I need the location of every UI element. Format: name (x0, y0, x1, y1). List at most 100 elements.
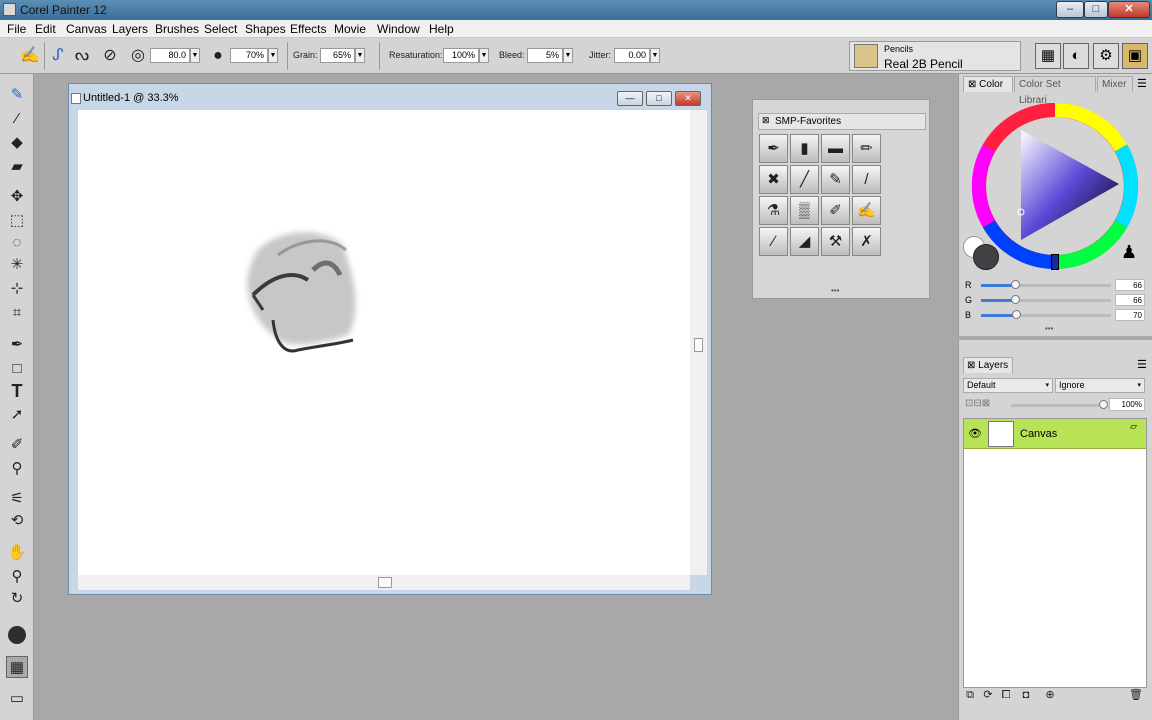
magic-wand-icon[interactable]: ✳ (6, 254, 28, 276)
screen-mode-icon[interactable]: ▭ (6, 688, 28, 710)
size-dropdown[interactable]: ▼ (190, 48, 200, 63)
grain-field[interactable]: 65% (320, 48, 355, 63)
menu-select[interactable]: Select (204, 22, 237, 36)
layer-lock-options-icon[interactable]: ⊡⊟⊠ (965, 398, 990, 409)
g-knob[interactable] (1010, 295, 1020, 304)
sponge-icon[interactable]: ▒ (790, 196, 819, 225)
pencil-icon[interactable]: ✏ (852, 134, 881, 163)
thin-pencil-icon[interactable]: ∕ (759, 227, 788, 256)
b-track[interactable] (981, 310, 1111, 319)
bristle-brush-icon[interactable]: ✐ (821, 196, 850, 225)
smudge-icon[interactable]: ✗ (852, 227, 881, 256)
color-wheel[interactable] (969, 100, 1141, 272)
dynamic-plugins-icon[interactable]: ⟳ (981, 688, 995, 702)
round-brush-icon[interactable]: ▮ (790, 134, 819, 163)
pen-tool-icon[interactable]: ✒ (6, 334, 28, 356)
lasso-icon[interactable]: ◌ (6, 232, 28, 254)
brush-ghost-icon[interactable]: ⊘ (100, 46, 120, 66)
paper-library-icon[interactable]: ▦ (1035, 43, 1061, 69)
media-library-icon[interactable]: ◐ (1063, 43, 1089, 69)
vertical-scrollbar[interactable] (690, 110, 707, 575)
horizontal-scrollbar[interactable] (78, 575, 690, 590)
bleed-dropdown[interactable]: ▼ (563, 48, 573, 63)
selection-adjuster-icon[interactable]: ⊹ (6, 278, 28, 300)
r-value[interactable]: 66 (1115, 279, 1145, 291)
flat-brush-icon[interactable]: ▬ (821, 134, 850, 163)
rectangle-select-icon[interactable]: ⬚ (6, 210, 28, 232)
cloner-tool-icon[interactable]: ✐ (6, 434, 28, 456)
layer-mask-icon[interactable]: ◘ (1019, 688, 1033, 702)
freehand-stroke-icon[interactable]: ᔑ (48, 46, 68, 66)
tab-color-set-libraries[interactable]: Color Set Librari (1014, 76, 1096, 106)
jitter-dropdown[interactable]: ▼ (650, 48, 660, 63)
menu-movie[interactable]: Movie (334, 22, 366, 36)
fine-brush-icon[interactable]: ╱ (790, 165, 819, 194)
grain-dropdown[interactable]: ▼ (355, 48, 365, 63)
opacity-field[interactable]: 70% (230, 48, 268, 63)
minimize-button[interactable]: – (1056, 1, 1084, 18)
opacity-dropdown[interactable]: ▼ (268, 48, 278, 63)
composite-depth-select[interactable]: Ignore ▾ (1055, 378, 1145, 393)
r-track[interactable] (981, 280, 1111, 289)
paint-bucket-icon[interactable]: ◆ (6, 132, 28, 154)
r-slider[interactable]: R 66 (965, 279, 1149, 293)
brush-tool-icon[interactable]: ✍ (20, 46, 40, 66)
layer-adjuster-icon[interactable]: ✥ (6, 186, 28, 208)
pen-nib-icon[interactable]: ✒ (759, 134, 788, 163)
jitter-field[interactable]: 0.00 (614, 48, 650, 63)
liner-icon[interactable]: / (852, 165, 881, 194)
menu-file[interactable]: File (7, 22, 26, 36)
resize-grip-icon[interactable]: ••• (1045, 324, 1053, 333)
color-picker-stamp-icon[interactable]: ♟ (1121, 242, 1137, 263)
menu-layers[interactable]: Layers (112, 22, 148, 36)
b-value[interactable]: 70 (1115, 309, 1145, 321)
color-panel-icon[interactable]: ▣ (1122, 43, 1148, 69)
burn-tool-icon[interactable]: ⟲ (6, 510, 28, 532)
doc-close-button[interactable]: ✕ (675, 91, 701, 106)
brush-controls-icon[interactable]: ⚙ (1093, 43, 1119, 69)
menu-edit[interactable]: Edit (35, 22, 56, 36)
rubber-stamp-icon[interactable]: ⚲ (6, 458, 28, 480)
layer-row-canvas[interactable]: 👁 Canvas ⏥ (964, 419, 1146, 449)
new-layer-group-icon[interactable]: ⧠ (999, 688, 1013, 702)
b-slider[interactable]: B 70 (965, 309, 1149, 323)
close-button[interactable]: ✕ (1108, 1, 1150, 18)
dropper-brush-icon[interactable]: ⚗ (759, 196, 788, 225)
cross-brushes-icon[interactable]: ✖ (759, 165, 788, 194)
menu-help[interactable]: Help (429, 22, 454, 36)
main-color-swatch[interactable] (973, 244, 999, 270)
magnifier-icon[interactable]: ⚲ (6, 566, 28, 588)
tab-color[interactable]: ⊠ Color (963, 76, 1013, 92)
main-color-swatch[interactable] (6, 624, 28, 646)
maximize-button[interactable]: □ (1084, 1, 1108, 18)
tab-mixer[interactable]: Mixer (1097, 76, 1133, 92)
delete-layer-icon[interactable]: 🗑 (1129, 688, 1143, 702)
text-tool-icon[interactable]: T (6, 380, 28, 402)
straight-stroke-icon[interactable]: ᔓ (72, 46, 92, 66)
menu-effects[interactable]: Effects (290, 22, 326, 36)
rectangle-shape-icon[interactable]: □ (6, 358, 28, 380)
grabber-hand-icon[interactable]: ✋ (6, 542, 28, 564)
vertical-scroll-thumb[interactable] (694, 338, 703, 352)
menu-shapes[interactable]: Shapes (245, 22, 286, 36)
g-value[interactable]: 66 (1115, 294, 1145, 306)
layer-opacity-knob[interactable] (1099, 400, 1108, 409)
menu-window[interactable]: Window (377, 22, 420, 36)
resaturation-field[interactable]: 100% (443, 48, 479, 63)
doc-minimize-button[interactable]: — (617, 91, 643, 106)
composite-method-select[interactable]: Default ▾ (963, 378, 1053, 393)
brush-selector[interactable]: Pencils Real 2B Pencil (849, 41, 1021, 71)
r-knob[interactable] (1010, 280, 1020, 289)
pens-icon[interactable]: ✎ (821, 165, 850, 194)
doc-maximize-button[interactable]: □ (646, 91, 672, 106)
b-knob[interactable] (1012, 310, 1022, 319)
g-slider[interactable]: G 66 (965, 294, 1149, 308)
dodge-tool-icon[interactable]: ⚟ (6, 488, 28, 510)
panel-menu-icon[interactable]: ☰ (1137, 358, 1147, 371)
palette-knife-icon[interactable]: ◢ (790, 227, 819, 256)
menu-brushes[interactable]: Brushes (155, 22, 199, 36)
resaturation-dropdown[interactable]: ▼ (479, 48, 489, 63)
layer-opacity-track[interactable] (1011, 400, 1108, 409)
hue-ring-marker[interactable] (1051, 254, 1059, 270)
eraser-tool-icon[interactable]: ▰ (6, 156, 28, 178)
